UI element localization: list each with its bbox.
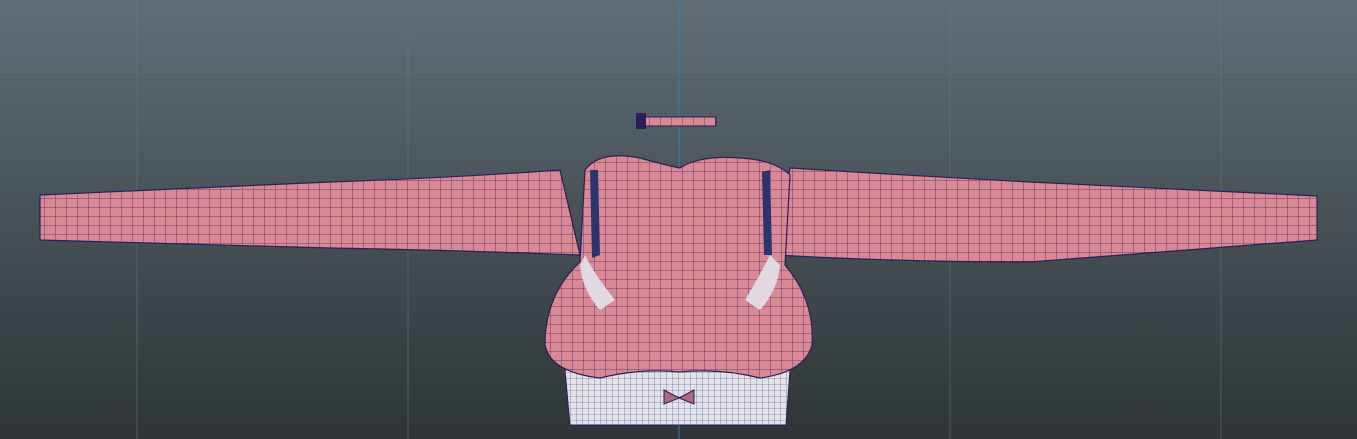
viewport-canvas[interactable] [0, 0, 1357, 439]
3d-viewport[interactable] [0, 0, 1357, 439]
